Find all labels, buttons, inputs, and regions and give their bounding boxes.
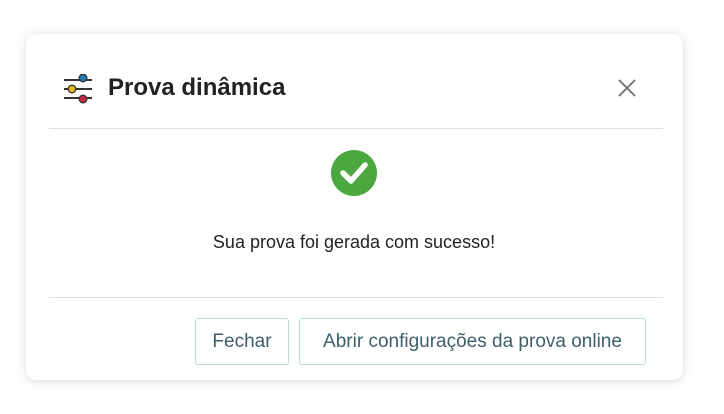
header-divider <box>49 128 663 129</box>
dialog-header: Prova dinâmica <box>26 34 683 128</box>
dialog: Prova dinâmica Sua prova foi gerada com … <box>26 34 683 380</box>
footer-divider <box>49 297 663 298</box>
close-icon[interactable] <box>616 77 638 99</box>
success-message: Sua prova foi gerada com sucesso! <box>212 232 496 252</box>
close-button[interactable]: Fechar <box>195 318 289 365</box>
sliders-icon <box>64 73 92 104</box>
open-settings-button[interactable]: Abrir configurações da prova online <box>299 318 646 365</box>
dialog-title: Prova dinâmica <box>108 74 286 101</box>
check-circle-icon <box>331 150 377 196</box>
